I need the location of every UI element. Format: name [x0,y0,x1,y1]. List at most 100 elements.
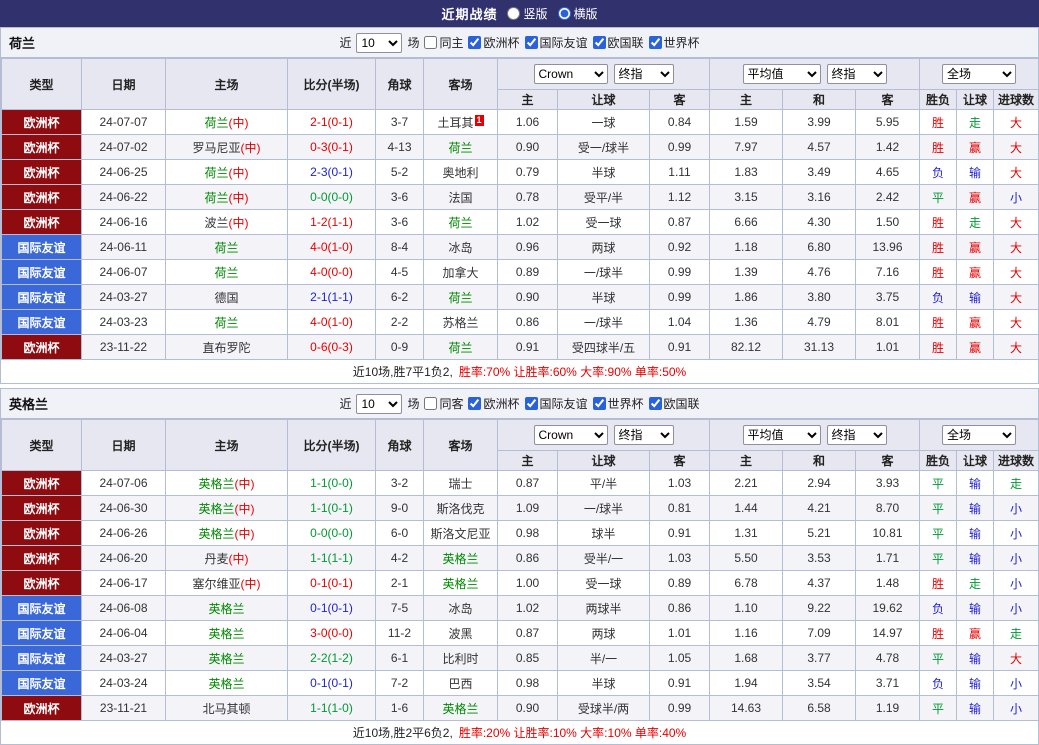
score: 1-1(1-0) [287,695,376,721]
team-label: 冰岛 [448,601,473,616]
filter-checkbox[interactable] [648,36,662,49]
avg-odds-home: 1.94 [709,670,783,696]
avg-odds-draw: 4.57 [782,134,856,160]
filter-checkbox[interactable] [424,397,438,410]
subcol-handicap-result: 让球 [956,450,995,471]
europe-index-select[interactable]: 终指 [826,425,887,445]
avg-odds-home: 1.59 [709,109,783,135]
away-team: 英格兰 [423,545,498,571]
corners: 1-6 [375,695,424,721]
home-team: 英格兰 [165,595,288,621]
handicap-odds-home: 1.02 [497,595,558,621]
filter-checkbox[interactable] [592,36,606,49]
page-title: 近期战绩 [441,7,498,22]
filter-option[interactable]: 世界杯 [592,395,644,412]
result-goals: 大 [993,259,1039,285]
match-row: 欧洲杯 24-07-02 罗马尼亚(中) 0-3(0-1) 4-13 荷兰 0.90 受一/球… [1,134,1039,160]
away-team: 苏格兰 [423,309,498,335]
avg-odds-draw: 4.37 [782,570,856,596]
result-wdl: 平 [919,184,958,210]
result-wdl: 负 [919,159,958,185]
scope-select[interactable]: 全场 [942,425,1017,445]
result-wdl: 负 [919,670,958,696]
avg-odds-draw: 3.77 [782,645,856,671]
match-row: 欧洲杯 24-06-16 波兰(中) 1-2(1-1) 3-6 荷兰 1.02 受一球 0.87… [1,209,1039,235]
filter-option[interactable]: 国际友谊 [524,34,588,51]
avg-odds-home: 1.68 [709,645,783,671]
filter-checkbox[interactable] [592,397,606,410]
result-wdl: 胜 [919,109,958,135]
avg-odds-draw: 3.99 [782,109,856,135]
filter-controls: 近 10 场 同客 欧洲杯 国际友谊 世界杯 欧国联 [339,393,700,414]
avg-odds-away: 13.96 [854,234,921,260]
filter-checkbox[interactable] [468,397,482,410]
result-wdl: 平 [919,645,958,671]
result-handicap: 走 [956,109,995,135]
handicap-line: 半球 [557,159,650,185]
avg-odds-draw: 4.76 [782,259,856,285]
home-team: 荷兰 [165,309,288,335]
layout-option-vertical[interactable]: 竖版 [507,5,548,22]
handicap-index-select[interactable]: 终指 [613,425,674,445]
team-label: 塞尔维亚 [192,576,241,591]
layout-option-horizontal[interactable]: 横版 [557,5,598,22]
team-label: 英格兰 [208,676,245,691]
away-team: 斯洛文尼亚 [423,520,498,546]
result-goals: 大 [993,645,1039,671]
filter-checkbox[interactable] [648,397,662,410]
away-team: 法国 [423,184,498,210]
handicap-line: 一球 [557,109,650,135]
average-select[interactable]: 平均值 [742,425,821,445]
match-row: 欧洲杯 24-06-30 英格兰(中) 1-1(0-1) 9-0 斯洛伐克 1.09 一/球半… [1,495,1039,521]
match-count-select[interactable]: 10 [356,393,403,414]
section-filterbar: 英格兰 近 10 场 同客 欧洲杯 国际友谊 世界杯 欧国联 [1,389,1038,419]
filter-option[interactable]: 世界杯 [648,34,700,51]
match-count-select[interactable]: 10 [356,32,403,53]
average-select[interactable]: 平均值 [742,64,821,84]
red-card-badge: 1 [474,114,484,126]
team-label: 荷兰 [448,140,473,155]
summary-text: 近10场,胜2平6负2, [352,726,453,740]
result-handicap: 赢 [956,259,995,285]
horizontal-layout-radio[interactable] [557,7,571,20]
team-label: 北马其顿 [202,701,251,716]
result-handicap: 走 [956,570,995,596]
filter-option[interactable]: 国际友谊 [524,395,588,412]
match-date: 24-06-11 [81,234,166,260]
team-label: 罗马尼亚 [192,140,241,155]
handicap-odds-home: 0.89 [497,259,558,285]
filter-option[interactable]: 同客 [424,395,463,412]
europe-index-select[interactable]: 终指 [826,64,887,84]
filter-option[interactable]: 欧国联 [592,34,644,51]
result-handicap: 赢 [956,234,995,260]
filter-checkbox[interactable] [524,397,538,410]
avg-odds-away: 4.65 [854,159,921,185]
avg-odds-home: 1.36 [709,309,783,335]
filter-option[interactable]: 同主 [424,34,463,51]
result-goals: 小 [993,670,1039,696]
result-wdl: 胜 [919,134,958,160]
score: 0-3(0-1) [287,134,376,160]
away-team: 比利时 [423,645,498,671]
filter-option[interactable]: 欧洲杯 [468,34,520,51]
bookmaker-select[interactable]: Crown [533,425,608,445]
handicap-index-select[interactable]: 终指 [613,64,674,84]
corners: 0-9 [375,334,424,360]
col-home: 主场 [165,58,288,110]
filter-checkbox[interactable] [468,36,482,49]
bookmaker-select[interactable]: Crown [533,64,608,84]
scope-select[interactable]: 全场 [942,64,1017,84]
filter-option[interactable]: 欧国联 [648,395,700,412]
filter-checkbox[interactable] [424,36,438,49]
filter-checkbox[interactable] [524,36,538,49]
filter-option[interactable]: 欧洲杯 [468,395,520,412]
team-label: 英格兰 [208,601,245,616]
match-date: 24-06-20 [81,545,166,571]
competition-badge: 欧洲杯 [1,159,82,185]
avg-odds-home: 6.66 [709,209,783,235]
handicap-line: 受一/球半 [557,134,650,160]
subcol-result: 胜负 [919,89,958,110]
vertical-layout-radio[interactable] [507,7,521,20]
away-team: 巴西 [423,670,498,696]
match-row: 欧洲杯 24-07-06 英格兰(中) 1-1(0-0) 3-2 瑞士 0.87 平/半 1.0… [1,470,1039,496]
